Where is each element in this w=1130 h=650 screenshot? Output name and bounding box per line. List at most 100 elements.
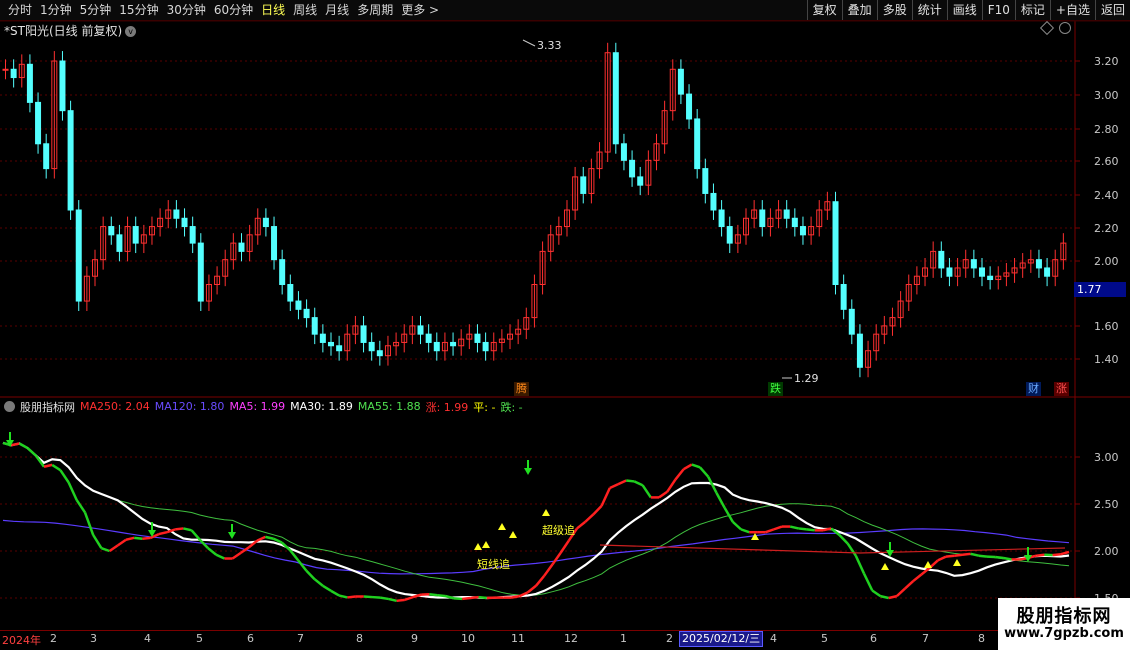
ma5-segment: [437, 593, 446, 598]
event-tag[interactable]: 涨: [1054, 382, 1069, 396]
ma5-segment: [429, 592, 438, 597]
ma5-segment: [682, 463, 693, 471]
ma5-segment: [231, 551, 242, 560]
date-axis-label: 10: [461, 632, 475, 645]
indicator-axis-label: 2.00: [1094, 545, 1119, 558]
stock-title[interactable]: *ST阳光(日线 前复权) v: [4, 22, 137, 39]
candle-body: [368, 341, 375, 352]
ma5-segment: [559, 539, 570, 554]
candle-body: [238, 242, 245, 252]
event-tag-text: 涨: [1056, 382, 1067, 395]
price-axis-label: 3.20: [1094, 55, 1119, 68]
candle-body: [295, 300, 302, 310]
gear-icon[interactable]: [4, 401, 15, 412]
ma5-segment: [207, 547, 217, 556]
date-axis-label: 3: [90, 632, 97, 645]
ma5-segment: [854, 555, 866, 575]
up-triangle-marker: [881, 563, 889, 570]
candle-body: [26, 63, 33, 103]
candle-body: [783, 209, 790, 219]
candle-body: [43, 143, 50, 170]
ma5-segment: [125, 536, 135, 541]
ma5-segment: [453, 597, 463, 601]
candle-body: [450, 341, 457, 347]
stock-title-text: *ST阳光(日线 前复权): [4, 24, 123, 38]
candle-body: [987, 275, 994, 281]
ma5-segment: [183, 527, 192, 532]
indicator-axis-label: 3.00: [1094, 451, 1119, 464]
price-axis-label: 2.40: [1094, 189, 1119, 202]
candle-body: [710, 192, 717, 211]
chevron-down-icon[interactable]: v: [125, 26, 137, 37]
ma5-segment: [470, 595, 479, 600]
ma5-segment: [1036, 553, 1045, 557]
indicator-value-ma30: MA30: 1.89: [290, 400, 353, 413]
ma5-segment: [26, 447, 37, 457]
ma5-segment: [543, 563, 554, 577]
ma5-segment: [67, 481, 78, 501]
date-axis-label: 8: [356, 632, 363, 645]
candle-body: [271, 226, 278, 261]
indicator-value-ma120: MA120: 1.80: [154, 400, 225, 413]
ma5-segment: [765, 528, 775, 534]
date-axis-label: 12: [564, 632, 578, 645]
ma5-segment: [100, 546, 111, 553]
date-axis-label: 7: [922, 632, 929, 645]
date-axis-label: 2: [666, 632, 673, 645]
ma5-segment: [862, 573, 874, 592]
ma5-segment: [995, 555, 1004, 560]
ma5-segment: [527, 584, 537, 594]
ma5-segment: [388, 597, 397, 603]
ma5-segment: [10, 442, 20, 447]
ma5-segment: [396, 598, 405, 603]
ma5-segment: [904, 580, 915, 590]
candle-body: [189, 226, 196, 244]
candle-body: [35, 101, 42, 145]
ma5-segment: [297, 559, 308, 572]
ma5-segment: [18, 442, 29, 450]
ma5-segment: [912, 573, 923, 583]
ma5-segment: [330, 589, 340, 597]
ma5-segment: [773, 525, 783, 531]
ma5-segment: [338, 594, 348, 599]
candle-body: [173, 209, 180, 219]
date-axis-label: 6: [247, 632, 254, 645]
candle-body: [181, 217, 188, 228]
candle-body: [327, 341, 334, 347]
ma5-segment: [658, 490, 668, 499]
ma5-segment: [462, 596, 471, 601]
ma55-line: [2, 442, 1070, 597]
candle-body: [637, 176, 644, 186]
ma5-segment: [256, 535, 266, 542]
candle-body: [694, 118, 701, 170]
event-tag[interactable]: 跌: [768, 382, 783, 396]
chart-canvas[interactable]: [0, 0, 1130, 650]
event-tag[interactable]: 腾: [514, 382, 529, 396]
ma5-segment: [617, 479, 627, 486]
settings-circle-icon[interactable]: [1059, 22, 1071, 34]
candle-body: [75, 209, 82, 302]
date-axis-label: 9: [411, 632, 418, 645]
ma5-segment: [265, 535, 274, 540]
indicator-name[interactable]: 股朋指标网: [20, 399, 75, 415]
ma5-segment: [142, 536, 151, 541]
candle-body: [612, 52, 619, 145]
event-tag-text: 跌: [770, 382, 781, 395]
ma5-segment: [363, 595, 373, 599]
ma5-segment: [838, 534, 849, 545]
ma5-segment: [92, 534, 103, 549]
candle-body: [67, 110, 74, 211]
ma5-segment: [945, 554, 955, 558]
candle-body: [319, 333, 326, 343]
down-arrow-marker: [524, 468, 532, 475]
ma5-segment: [626, 479, 635, 483]
ma5-segment: [641, 484, 652, 499]
ma30-line: [2, 441, 1070, 600]
watermark-title: 股朋指标网: [1016, 606, 1112, 627]
event-tag[interactable]: 财: [1026, 382, 1041, 396]
high-marker: [522, 39, 536, 47]
ma5-segment: [789, 525, 799, 530]
watermark-logo: 股朋指标网 www.7gpzb.com: [998, 598, 1130, 650]
candle-body: [287, 284, 294, 302]
candle-body: [482, 341, 489, 352]
